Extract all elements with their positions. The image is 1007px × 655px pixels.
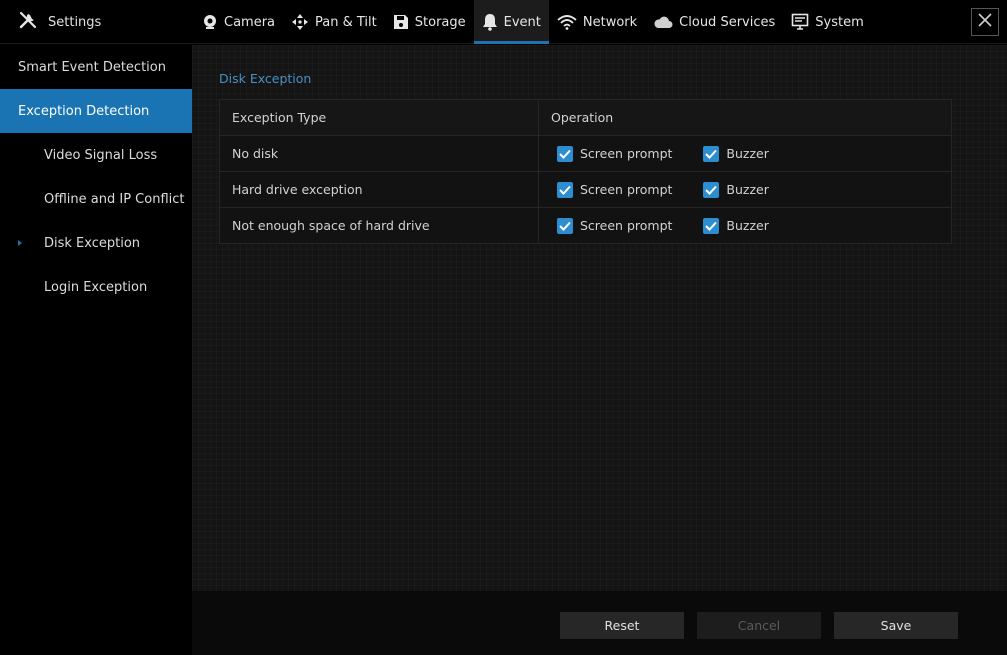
exception-table: Exception Type Operation No disk Screen …	[219, 99, 952, 244]
exception-type-cell: Hard drive exception	[219, 171, 539, 208]
save-button[interactable]: Save	[834, 612, 958, 639]
section-title: Disk Exception	[219, 71, 312, 86]
screen-prompt-label: Screen prompt	[580, 146, 673, 161]
main-tabs: Camera Pan & Tilt Storage Event Network	[194, 0, 872, 44]
bell-icon	[482, 13, 498, 31]
pan-tilt-icon	[291, 13, 309, 31]
screen-prompt-checkbox[interactable]: Screen prompt	[557, 181, 673, 198]
content-panel: Disk Exception Exception Type Operation …	[192, 45, 1007, 591]
top-bar: Settings Camera Pan & Tilt Storage Event	[0, 0, 1007, 44]
buzzer-checkbox[interactable]: Buzzer	[703, 217, 769, 234]
cancel-button[interactable]: Cancel	[697, 612, 821, 639]
current-arrow-icon	[18, 240, 22, 246]
tab-pan-tilt[interactable]: Pan & Tilt	[283, 0, 385, 44]
sidebar-item-label: Offline and IP Conflict	[44, 191, 185, 207]
table-row: Not enough space of hard drive Screen pr…	[219, 207, 952, 244]
buzzer-label: Buzzer	[726, 146, 769, 161]
reset-button[interactable]: Reset	[560, 612, 684, 639]
sidebar-item-smart-event-detection[interactable]: Smart Event Detection	[0, 45, 192, 89]
buzzer-checkbox[interactable]: Buzzer	[703, 145, 769, 162]
tab-event-label: Event	[503, 14, 541, 30]
sidebar: Smart Event Detection Exception Detectio…	[0, 45, 192, 655]
tab-camera[interactable]: Camera	[194, 0, 283, 44]
footer-bar: Reset Cancel Save	[192, 591, 1007, 655]
sidebar-item-label: Login Exception	[44, 279, 148, 295]
column-header-operation: Operation	[538, 99, 952, 136]
settings-title: Settings	[48, 14, 102, 30]
tab-network[interactable]: Network	[549, 0, 645, 44]
exception-type-cell: No disk	[219, 135, 539, 172]
tab-system[interactable]: System	[783, 0, 871, 44]
tab-pan-tilt-label: Pan & Tilt	[315, 14, 377, 30]
tab-cloud-services-label: Cloud Services	[679, 14, 776, 30]
sidebar-item-exception-detection[interactable]: Exception Detection	[0, 89, 192, 133]
checkbox-checked-icon	[557, 181, 573, 198]
sidebar-item-disk-exception[interactable]: Disk Exception	[0, 221, 192, 265]
tab-system-label: System	[815, 14, 864, 30]
sidebar-item-label: Exception Detection	[18, 103, 150, 119]
operation-cell: Screen prompt Buzzer	[538, 207, 952, 244]
operation-cell: Screen prompt Buzzer	[538, 135, 952, 172]
table-row: No disk Screen prompt Buzzer	[219, 135, 952, 172]
tab-camera-label: Camera	[224, 14, 276, 30]
camera-icon	[202, 14, 218, 30]
monitor-icon	[791, 13, 809, 31]
screen-prompt-label: Screen prompt	[580, 182, 673, 197]
screen-prompt-checkbox[interactable]: Screen prompt	[557, 217, 673, 234]
wifi-icon	[557, 14, 577, 30]
checkbox-checked-icon	[703, 217, 720, 234]
checkbox-checked-icon	[557, 217, 573, 234]
sidebar-item-label: Video Signal Loss	[44, 147, 158, 163]
buzzer-label: Buzzer	[726, 218, 769, 233]
table-row: Hard drive exception Screen prompt Buzze…	[219, 171, 952, 208]
cloud-icon	[653, 15, 673, 29]
tab-storage-label: Storage	[414, 14, 466, 30]
checkbox-checked-icon	[703, 181, 720, 198]
buzzer-checkbox[interactable]: Buzzer	[703, 181, 769, 198]
exception-type-cell: Not enough space of hard drive	[219, 207, 539, 244]
checkbox-checked-icon	[703, 145, 720, 162]
operation-cell: Screen prompt Buzzer	[538, 171, 952, 208]
screen-prompt-checkbox[interactable]: Screen prompt	[557, 145, 673, 162]
sidebar-item-login-exception[interactable]: Login Exception	[0, 265, 192, 309]
sidebar-item-label: Disk Exception	[44, 235, 141, 251]
close-button[interactable]	[971, 8, 999, 36]
column-header-exception-type: Exception Type	[219, 99, 539, 136]
close-icon	[978, 13, 992, 31]
tab-network-label: Network	[582, 14, 638, 30]
screen-prompt-label: Screen prompt	[580, 218, 673, 233]
tab-storage[interactable]: Storage	[385, 0, 474, 44]
sidebar-item-offline-ip-conflict[interactable]: Offline and IP Conflict	[0, 177, 192, 221]
sidebar-item-video-signal-loss[interactable]: Video Signal Loss	[0, 133, 192, 177]
tools-icon	[18, 10, 38, 34]
buzzer-label: Buzzer	[726, 182, 769, 197]
tab-cloud-services[interactable]: Cloud Services	[645, 0, 783, 44]
tab-event[interactable]: Event	[473, 0, 550, 44]
checkbox-checked-icon	[557, 145, 573, 162]
settings-brand: Settings	[18, 0, 101, 44]
storage-icon	[393, 14, 409, 30]
sidebar-item-label: Smart Event Detection	[18, 59, 166, 75]
table-header-row: Exception Type Operation	[219, 99, 952, 136]
